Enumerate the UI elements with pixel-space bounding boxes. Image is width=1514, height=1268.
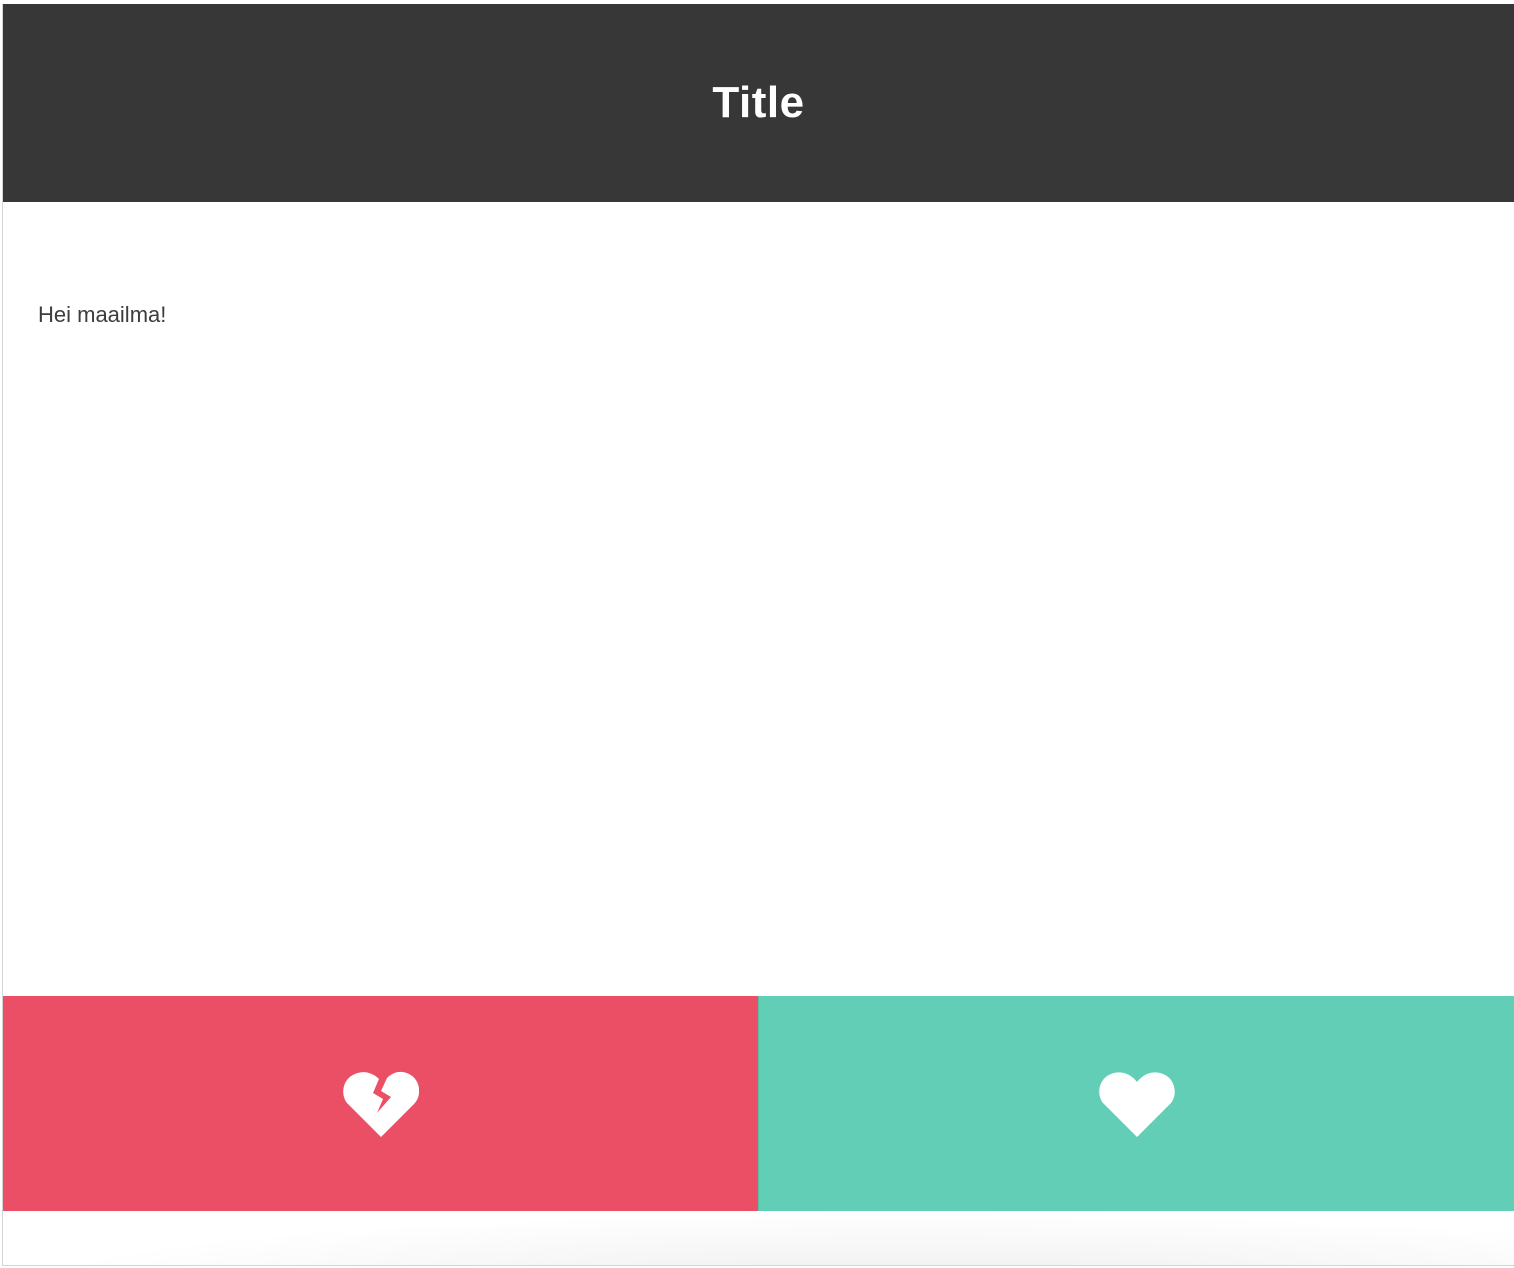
app-header: Title xyxy=(3,4,1514,202)
dislike-button[interactable] xyxy=(3,996,758,1211)
broken-heart-icon xyxy=(342,1071,419,1137)
page-title: Title xyxy=(712,78,805,127)
message-text: Hei maailma! xyxy=(38,302,167,327)
vote-actions xyxy=(3,996,1514,1211)
heart-icon xyxy=(1098,1071,1175,1137)
like-button[interactable] xyxy=(758,996,1514,1211)
bottom-shadow xyxy=(3,1211,1514,1265)
app-window: Title Hei maailma! xyxy=(2,4,1514,1266)
